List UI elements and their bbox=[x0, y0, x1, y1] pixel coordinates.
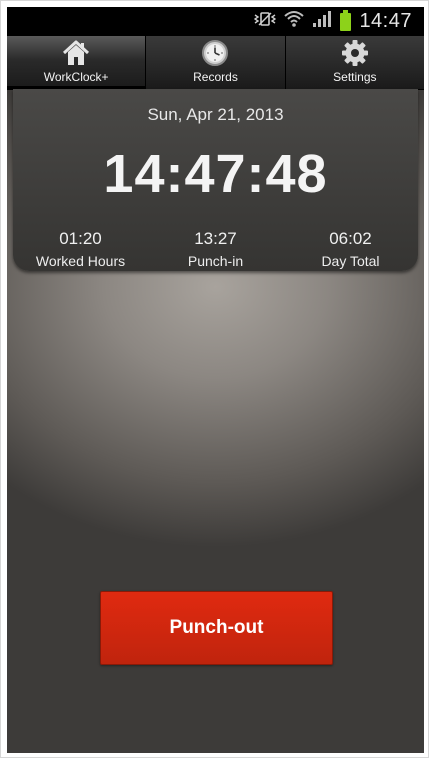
status-bar: 14:47 bbox=[7, 7, 424, 36]
stat-label: Worked Hours bbox=[35, 253, 126, 269]
status-icons: 14:47 bbox=[254, 7, 412, 36]
stat-label: Punch-in bbox=[187, 253, 244, 269]
device-frame: 14:47 WorkClock+ Records Settings Sun, A… bbox=[0, 0, 429, 758]
gear-icon bbox=[340, 38, 370, 68]
stat-value: 13:27 bbox=[194, 229, 237, 248]
tab-bar: WorkClock+ Records Settings bbox=[7, 36, 424, 90]
clock-icon bbox=[200, 38, 230, 68]
wifi-icon bbox=[284, 10, 305, 33]
tab-settings[interactable]: Settings bbox=[286, 36, 424, 89]
stats-row: 01:20 Worked Hours 13:27 Punch-in 06:02 … bbox=[13, 229, 418, 269]
stat-worked-hours: 01:20 Worked Hours bbox=[16, 229, 146, 269]
battery-icon bbox=[340, 9, 352, 31]
status-time: 14:47 bbox=[359, 10, 412, 32]
tab-label: WorkClock+ bbox=[43, 70, 109, 84]
stat-day-total: 06:02 Day Total bbox=[286, 229, 416, 269]
app-screen: 14:47 WorkClock+ Records Settings Sun, A… bbox=[7, 7, 424, 753]
stat-label: Day Total bbox=[321, 253, 380, 269]
tab-label: Settings bbox=[333, 70, 377, 84]
tab-workclock[interactable]: WorkClock+ bbox=[7, 36, 147, 89]
signal-icon bbox=[312, 10, 332, 33]
current-time: 14:47:48 bbox=[103, 144, 328, 204]
home-icon bbox=[61, 38, 91, 68]
vibrate-icon bbox=[254, 11, 277, 32]
current-date: Sun, Apr 21, 2013 bbox=[147, 105, 284, 124]
tab-label: Records bbox=[193, 70, 238, 84]
punch-out-button[interactable]: Punch-out bbox=[100, 591, 333, 665]
stat-value: 06:02 bbox=[329, 229, 372, 248]
stat-value: 01:20 bbox=[59, 229, 102, 248]
clock-panel: Sun, Apr 21, 2013 14:47:48 01:20 Worked … bbox=[13, 89, 418, 271]
tab-records[interactable]: Records bbox=[146, 36, 286, 89]
stat-punch-in: 13:27 Punch-in bbox=[151, 229, 281, 269]
